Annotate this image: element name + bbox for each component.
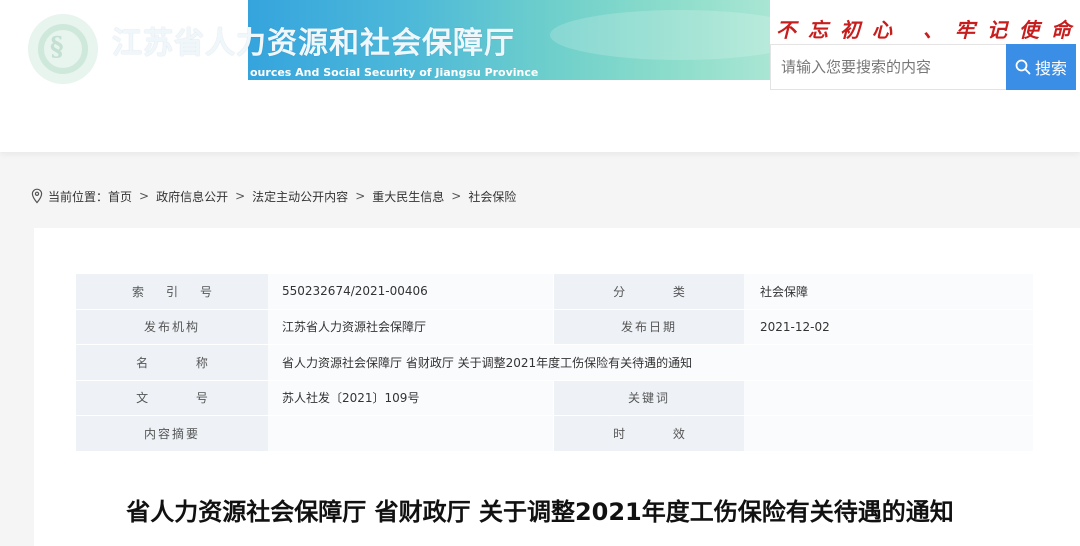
name-label: 名 称 bbox=[76, 345, 268, 381]
summary-value bbox=[268, 416, 554, 452]
breadcrumb-social-insurance[interactable]: 社会保险 bbox=[468, 188, 516, 205]
site-title[interactable]: 江苏省人力资源和社会保障厅 bbox=[112, 18, 515, 62]
breadcrumb-home[interactable]: 首页 bbox=[108, 188, 132, 205]
date-value: 2021-12-02 bbox=[744, 309, 1033, 345]
name-value: 省人力资源社会保障厅 省财政厅 关于调整2021年度工伤保险有关待遇的通知 bbox=[268, 345, 1033, 381]
location-pin-icon bbox=[31, 188, 43, 204]
breadcrumb-statutory[interactable]: 法定主动公开内容 bbox=[252, 188, 348, 205]
site-subtitle: ources And Social Security of Jiangsu Pr… bbox=[250, 66, 539, 79]
search-button[interactable]: 搜索 bbox=[1006, 44, 1076, 90]
docno-value: 苏人社发〔2021〕109号 bbox=[268, 380, 554, 416]
breadcrumb-separator: > bbox=[355, 189, 366, 203]
docno-label: 文 号 bbox=[76, 380, 268, 416]
category-label: 分 类 bbox=[554, 274, 744, 310]
summary-label: 内容摘要 bbox=[76, 416, 268, 452]
table-row: 内容摘要 时 效 bbox=[76, 416, 1033, 452]
validity-value bbox=[744, 416, 1033, 452]
keywords-label: 关键词 bbox=[554, 380, 744, 416]
slogan: 不忘初心 、牢记使命 bbox=[776, 18, 1080, 42]
validity-label: 时 效 bbox=[554, 416, 744, 452]
breadcrumb-prefix: 当前位置： bbox=[48, 189, 109, 204]
keywords-value bbox=[744, 380, 1033, 416]
table-row: 文 号 苏人社发〔2021〕109号 关键词 bbox=[76, 380, 1033, 416]
search-input[interactable] bbox=[771, 45, 1006, 89]
breadcrumb-separator: > bbox=[451, 189, 462, 203]
search-icon bbox=[1015, 59, 1031, 75]
document-meta-table: 索引号 550232674/2021-00406 分 类 社会保障 发布机构 江… bbox=[76, 274, 1033, 452]
publisher-value: 江苏省人力资源社会保障厅 bbox=[268, 309, 554, 345]
table-row: 索引号 550232674/2021-00406 分 类 社会保障 bbox=[76, 274, 1033, 310]
breadcrumb-separator: > bbox=[139, 189, 150, 203]
category-value: 社会保障 bbox=[744, 274, 1033, 310]
index-value: 550232674/2021-00406 bbox=[268, 274, 554, 310]
date-label: 发布日期 bbox=[554, 309, 744, 345]
site-header: § 江苏省人力资源和社会保障厅 ources And Social Securi… bbox=[0, 0, 1080, 152]
breadcrumb: 当前位置： 首页 > 政府信息公开 > 法定主动公开内容 > 重大民生信息 > … bbox=[30, 186, 516, 206]
logo-emblem-icon[interactable]: § bbox=[28, 14, 98, 84]
index-label: 索引号 bbox=[76, 274, 268, 310]
search-box bbox=[770, 44, 1006, 90]
breadcrumb-separator: > bbox=[235, 189, 246, 203]
breadcrumb-gov-info[interactable]: 政府信息公开 bbox=[156, 188, 228, 205]
table-row: 发布机构 江苏省人力资源社会保障厅 发布日期 2021-12-02 bbox=[76, 309, 1033, 345]
publisher-label: 发布机构 bbox=[76, 309, 268, 345]
table-row: 名 称 省人力资源社会保障厅 省财政厅 关于调整2021年度工伤保险有关待遇的通… bbox=[76, 345, 1033, 381]
search-button-label: 搜索 bbox=[1034, 61, 1067, 78]
document-title: 省人力资源社会保障厅 省财政厅 关于调整2021年度工伤保险有关待遇的通知 bbox=[126, 498, 954, 526]
breadcrumb-livelihood[interactable]: 重大民生信息 bbox=[372, 188, 444, 205]
